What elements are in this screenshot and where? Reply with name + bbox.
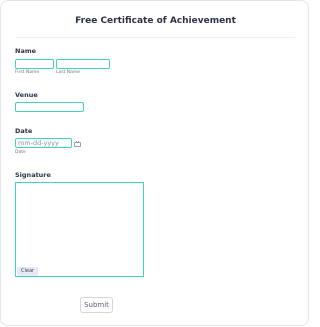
last-name-sublabel: Last Name [56, 70, 81, 75]
name-label: Name [15, 47, 37, 55]
date-input[interactable]: mm-dd-yyyy [15, 138, 72, 148]
date-label: Date [15, 127, 33, 135]
first-name-input[interactable] [15, 59, 54, 69]
first-name-sublabel: First Name [15, 70, 40, 75]
calendar-icon[interactable] [74, 141, 81, 147]
last-name-input[interactable] [56, 59, 110, 69]
submit-button[interactable]: Submit [80, 297, 113, 313]
signature-label: Signature [15, 171, 51, 179]
venue-label: Venue [15, 91, 38, 99]
venue-input[interactable] [15, 102, 84, 112]
clear-signature-button[interactable]: Clear [17, 267, 39, 276]
date-sublabel: Date [15, 150, 26, 155]
signature-pad[interactable] [15, 182, 144, 277]
form-card: Free Certificate of Achievement Name Fir… [0, 0, 309, 326]
form-title: Free Certificate of Achievement [75, 16, 236, 26]
title-divider [15, 37, 295, 38]
